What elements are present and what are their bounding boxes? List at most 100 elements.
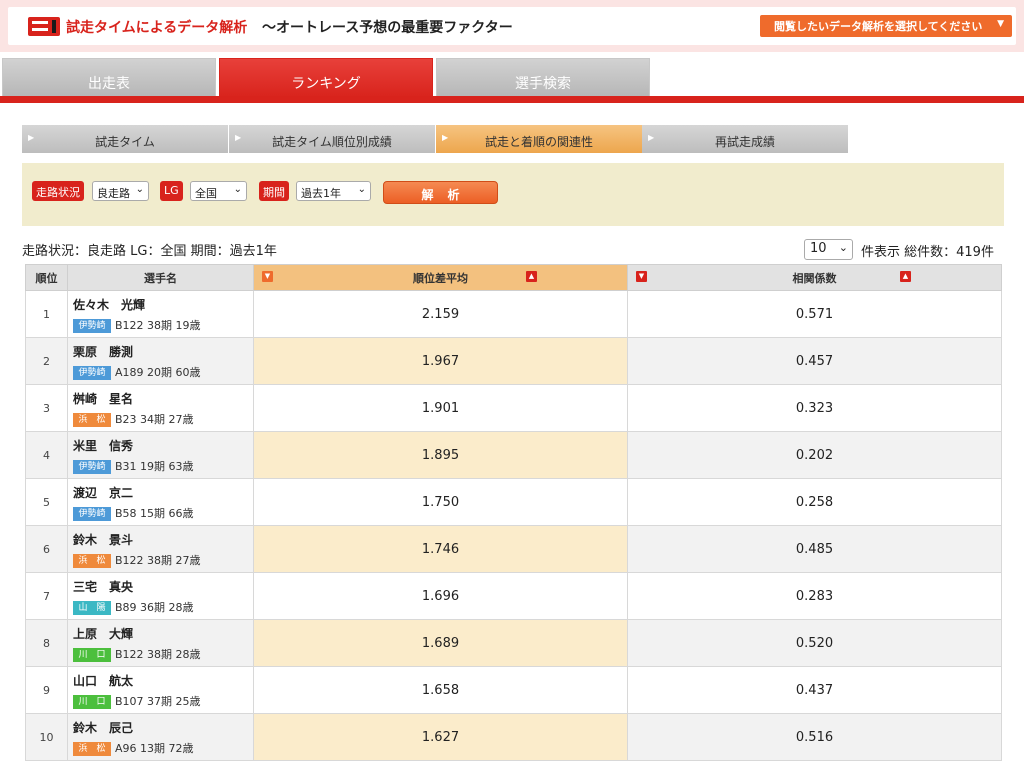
header-player-name: 選手名 xyxy=(67,264,254,291)
sort-desc-icon[interactable]: ▼ xyxy=(636,271,647,282)
ranking-table: 順位 選手名 ▼ 順位差平均 ▲ ▼ 相関係数 ▲ 1 佐々木 光輝伊勢崎 B122… xyxy=(25,264,1002,761)
tab-entry-list[interactable]: 出走表 xyxy=(2,58,216,98)
correlation-cell: 0.516 xyxy=(627,713,1002,761)
correlation-cell: 0.520 xyxy=(627,619,1002,667)
avg-rank-diff-cell: 1.696 xyxy=(253,572,628,620)
period-label: 期間 xyxy=(259,181,289,201)
avg-rank-diff-cell: 1.895 xyxy=(253,431,628,479)
table-row: 10 鈴木 辰己浜 松 A96 13期 72歳 1.627 0.516 xyxy=(25,713,1002,761)
subtab-retrial-results[interactable]: ▶ 再試走成績 xyxy=(642,125,848,153)
tab-underline xyxy=(0,96,1024,103)
player-cell: 山口 航太川 口 B107 37期 25歳 xyxy=(67,666,254,714)
rank-cell: 10 xyxy=(25,713,68,761)
player-name-link[interactable]: 桝崎 星名 xyxy=(68,390,253,407)
player-details: B122 38期 19歳 xyxy=(115,318,201,332)
table-row: 2 栗原 勝測 伊勢崎 A189 20期 60歳 1.967 0.457 xyxy=(25,337,1002,385)
player-cell: 栗原 勝測 伊勢崎 A189 20期 60歳 xyxy=(67,337,254,385)
player-name-link[interactable]: 上原 大輝 xyxy=(68,625,253,642)
correlation-cell: 0.485 xyxy=(627,525,1002,573)
player-name-link[interactable]: 渡辺 京二 xyxy=(68,484,253,501)
correlation-cell: 0.571 xyxy=(627,290,1002,338)
chevron-down-icon: ⌄ xyxy=(233,184,242,195)
avg-rank-diff-cell: 1.689 xyxy=(253,619,628,667)
period-select[interactable]: 過去1年 ⌄ xyxy=(296,181,371,201)
page-size-value: 10 xyxy=(810,241,827,256)
track-badge: 山 陽 xyxy=(73,600,111,615)
table-header-row: 順位 選手名 ▼ 順位差平均 ▲ ▼ 相関係数 ▲ xyxy=(25,264,1002,291)
analysis-select-button[interactable]: 閲覧したいデータ解析を選択してください ▼ xyxy=(760,15,1012,37)
table-row: 9 山口 航太川 口 B107 37期 25歳 1.658 0.437 xyxy=(25,666,1002,714)
player-name-link[interactable]: 米里 信秀 xyxy=(68,437,253,454)
player-details: B58 15期 66歳 xyxy=(115,506,194,520)
table-row: 3 桝崎 星名浜 松 B23 34期 27歳 1.901 0.323 xyxy=(25,384,1002,432)
page-size-select[interactable]: 10 ⌄ xyxy=(804,239,853,260)
lg-select[interactable]: 全国 ⌄ xyxy=(190,181,247,201)
track-badge: 伊勢崎 xyxy=(73,318,111,333)
subtab-trial-time[interactable]: ▶ 試走タイム xyxy=(22,125,228,153)
player-details: B31 19期 63歳 xyxy=(115,459,194,473)
player-info: 伊勢崎 B122 38期 19歳 xyxy=(68,317,253,333)
player-cell: 佐々木 光輝伊勢崎 B122 38期 19歳 xyxy=(67,290,254,338)
player-cell: 渡辺 京二伊勢崎 B58 15期 66歳 xyxy=(67,478,254,526)
table-row: 5 渡辺 京二 伊勢崎 B58 15期 66歳 1.750 0.258 xyxy=(25,478,1002,526)
lg-value: 全国 xyxy=(195,187,217,200)
sort-asc-icon[interactable]: ▲ xyxy=(526,271,537,282)
arrow-right-icon: ▶ xyxy=(235,133,242,142)
correlation-cell: 0.283 xyxy=(627,572,1002,620)
player-cell: 桝崎 星名浜 松 B23 34期 27歳 xyxy=(67,384,254,432)
subtab-label: 試走タイム xyxy=(95,135,155,149)
player-name-link[interactable]: 栗原 勝測 xyxy=(68,343,253,360)
road-condition-label: 走路状況 xyxy=(32,181,84,201)
rank-cell: 7 xyxy=(25,572,68,620)
analyze-button[interactable]: 解析 xyxy=(383,181,498,204)
analysis-select-label: 閲覧したいデータ解析を選択してください xyxy=(774,20,983,33)
tab-ranking[interactable]: ランキング xyxy=(219,58,433,98)
avg-rank-diff-cell: 1.746 xyxy=(253,525,628,573)
road-condition-select[interactable]: 良走路 ⌄ xyxy=(92,181,149,201)
subtab-label: 試走と着順の関連性 xyxy=(484,135,593,149)
player-name-link[interactable]: 鈴木 辰己 xyxy=(68,719,253,736)
page-subtitle: 〜オートレース予想の最重要ファクター xyxy=(262,20,513,36)
track-badge: 浜 松 xyxy=(73,741,111,756)
track-badge: 川 口 xyxy=(73,647,111,662)
correlation-cell: 0.457 xyxy=(627,337,1002,385)
player-cell: 米里 信秀伊勢崎 B31 19期 63歳 xyxy=(67,431,254,479)
rank-cell: 8 xyxy=(25,619,68,667)
rank-cell: 3 xyxy=(25,384,68,432)
subtab-trial-finish-correlation[interactable]: ▶ 試走と着順の関連性 xyxy=(436,125,642,153)
rank-cell: 4 xyxy=(25,431,68,479)
correlation-cell: 0.258 xyxy=(627,478,1002,526)
tab-player-search[interactable]: 選手検索 xyxy=(436,58,650,98)
rank-cell: 1 xyxy=(25,290,68,338)
road-condition-value: 良走路 xyxy=(97,187,130,200)
player-name-link[interactable]: 鈴木 景斗 xyxy=(68,531,253,548)
player-name-link[interactable]: 三宅 真央 xyxy=(68,578,253,595)
caret-down-icon: ▼ xyxy=(997,19,1004,29)
arrow-right-icon: ▶ xyxy=(442,133,449,142)
player-cell: 上原 大輝川 口 B122 38期 28歳 xyxy=(67,619,254,667)
arrow-right-icon: ▶ xyxy=(648,133,655,142)
correlation-cell: 0.323 xyxy=(627,384,1002,432)
avg-rank-diff-cell: 1.967 xyxy=(253,337,628,385)
track-badge: 伊勢崎 xyxy=(73,506,111,521)
player-cell: 鈴木 辰己浜 松 A96 13期 72歳 xyxy=(67,713,254,761)
header-avg-rank-diff: ▼ 順位差平均 ▲ xyxy=(253,264,628,291)
header-correlation-label: 相関係数 xyxy=(792,271,837,285)
track-badge: 伊勢崎 xyxy=(73,365,111,380)
chevron-down-icon: ⌄ xyxy=(357,184,366,195)
player-cell: 鈴木 景斗浜 松 B122 38期 27歳 xyxy=(67,525,254,573)
track-badge: 浜 松 xyxy=(73,412,111,427)
filter-panel: 走路状況 良走路 ⌄ LG 全国 ⌄ 期間 過去1年 ⌄ 解析 xyxy=(22,163,1004,226)
rank-cell: 5 xyxy=(25,478,68,526)
header-avg-rank-diff-label: 順位差平均 xyxy=(413,271,468,285)
chevron-down-icon: ⌄ xyxy=(135,184,144,195)
table-body: 1 佐々木 光輝 伊勢崎 B122 38期 19歳 2.159 0.571 2 栗原 勝測 伊勢… xyxy=(25,290,1002,761)
chevron-down-icon: ⌄ xyxy=(838,241,848,254)
subtab-trial-rank-results[interactable]: ▶ 試走タイム順位別成績 xyxy=(229,125,435,153)
player-name-link[interactable]: 佐々木 光輝 xyxy=(68,296,253,313)
sort-asc-icon[interactable]: ▲ xyxy=(900,271,911,282)
player-name-link[interactable]: 山口 航太 xyxy=(68,672,253,689)
player-info: 伊勢崎 B31 19期 63歳 xyxy=(68,458,253,474)
sort-desc-icon[interactable]: ▼ xyxy=(262,271,273,282)
avg-rank-diff-cell: 1.627 xyxy=(253,713,628,761)
